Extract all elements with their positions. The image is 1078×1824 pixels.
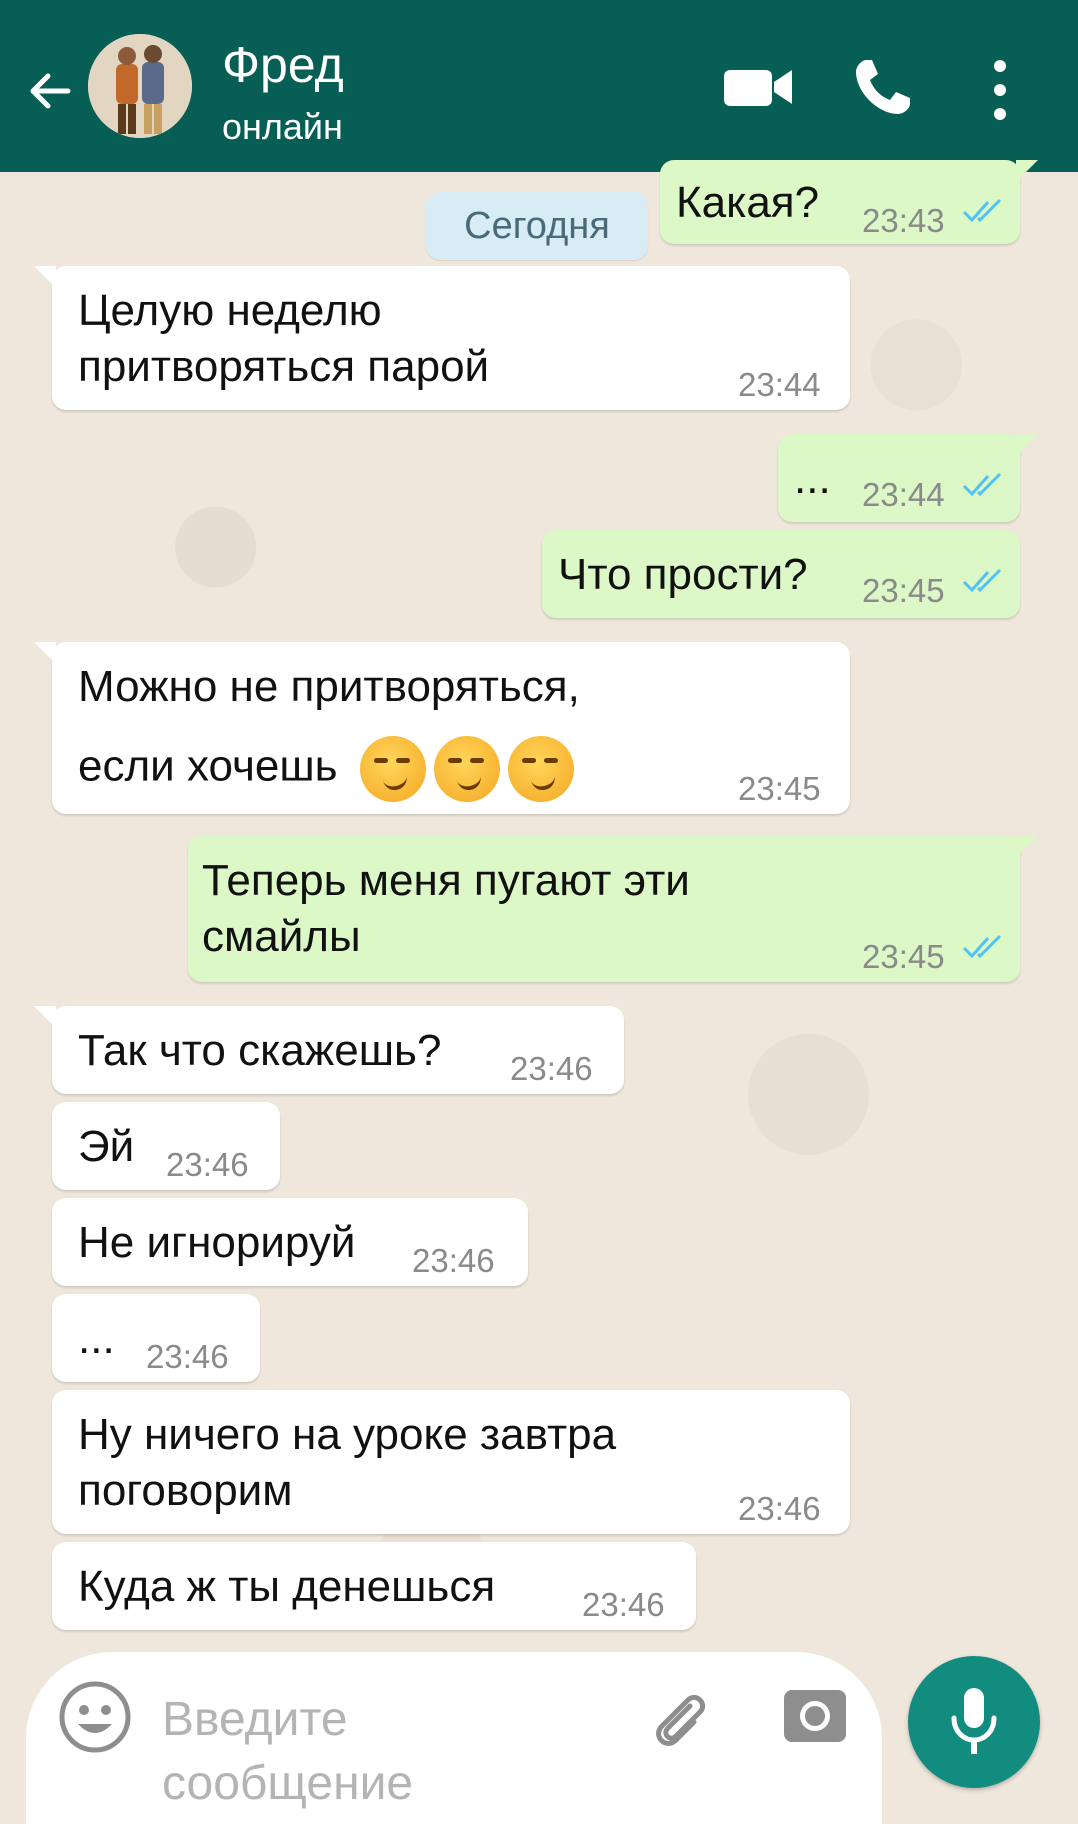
message-input[interactable]: Введите сообщение [162, 1688, 502, 1816]
message-time: 23:45 [862, 938, 945, 975]
message-time: 23:45 [738, 770, 821, 807]
emoji-picker-icon[interactable] [58, 1680, 132, 1754]
message-time: 23:45 [862, 572, 945, 609]
chat-header: Фред онлайн [0, 0, 1078, 172]
contact-status: онлайн [222, 106, 343, 147]
message-text: притворяться парой [78, 342, 490, 391]
message-text: Какая? [676, 178, 820, 227]
outgoing-message[interactable]: Что прости? 23:45 [542, 530, 1020, 618]
message-text: Что прости? [558, 550, 808, 599]
message-text: Целую неделю [78, 286, 382, 335]
incoming-message[interactable]: Можно не притворяться, если хочешь 23:45 [34, 642, 850, 814]
message-text: смайлы [202, 912, 361, 961]
incoming-message[interactable]: Куда ж ты денешься 23:46 [52, 1542, 696, 1630]
smirking-face-emoji [433, 736, 500, 802]
message-time: 23:46 [738, 1490, 821, 1527]
date-chip: Сегодня [426, 192, 648, 260]
outgoing-message[interactable]: Теперь меня пугают эти смайлы 23:45 [188, 836, 1038, 982]
read-ticks-icon [962, 568, 1002, 593]
message-time: 23:44 [862, 476, 945, 513]
message-text: Теперь меня пугают эти [202, 856, 690, 905]
incoming-message[interactable]: Целую неделю притворяться парой 23:44 [34, 266, 850, 410]
message-text: Ну ничего на уроке завтра [78, 1410, 617, 1459]
incoming-message[interactable]: Так что скажешь? 23:46 [34, 1006, 624, 1094]
message-text: Куда ж ты денешься [78, 1562, 496, 1611]
outgoing-message[interactable]: Какая? 23:43 [660, 160, 1038, 244]
microphone-icon [951, 1688, 997, 1754]
message-time: 23:46 [146, 1338, 229, 1375]
phone-icon[interactable] [852, 56, 914, 118]
voice-record-button[interactable] [908, 1656, 1040, 1788]
message-text: ... [78, 1314, 115, 1363]
message-time: 23:46 [166, 1146, 249, 1183]
smirking-face-emoji [359, 736, 426, 802]
camera-icon[interactable] [780, 1680, 850, 1750]
message-text: Можно не притворяться, [78, 662, 580, 711]
message-time: 23:46 [412, 1242, 495, 1279]
outgoing-message[interactable]: ... 23:44 [778, 434, 1038, 522]
avatar[interactable] [88, 34, 192, 138]
read-ticks-icon [962, 198, 1002, 223]
read-ticks-icon [962, 934, 1002, 959]
message-text: поговорим [78, 1466, 293, 1515]
message-text: если хочешь [78, 736, 582, 802]
incoming-message[interactable]: Не игнорируй 23:46 [52, 1198, 528, 1286]
message-text: Эй [78, 1122, 135, 1171]
message-time: 23:43 [862, 202, 945, 239]
attach-icon[interactable] [648, 1686, 712, 1750]
incoming-message[interactable]: ... 23:46 [52, 1294, 260, 1382]
message-time: 23:46 [510, 1050, 593, 1087]
message-time: 23:44 [738, 366, 821, 403]
video-call-icon[interactable] [722, 58, 794, 116]
incoming-message[interactable]: Эй 23:46 [52, 1102, 280, 1190]
more-vert-icon[interactable] [990, 58, 1010, 122]
message-text: Так что скажешь? [78, 1026, 442, 1075]
read-ticks-icon [962, 472, 1002, 497]
message-text: Не игнорируй [78, 1218, 356, 1267]
message-text: ... [794, 454, 831, 503]
incoming-message[interactable]: Ну ничего на уроке завтра поговорим 23:4… [52, 1390, 850, 1534]
back-arrow-icon[interactable] [22, 64, 76, 118]
smirking-face-emoji [507, 736, 574, 802]
contact-name[interactable]: Фред [222, 36, 344, 94]
message-time: 23:46 [582, 1586, 665, 1623]
